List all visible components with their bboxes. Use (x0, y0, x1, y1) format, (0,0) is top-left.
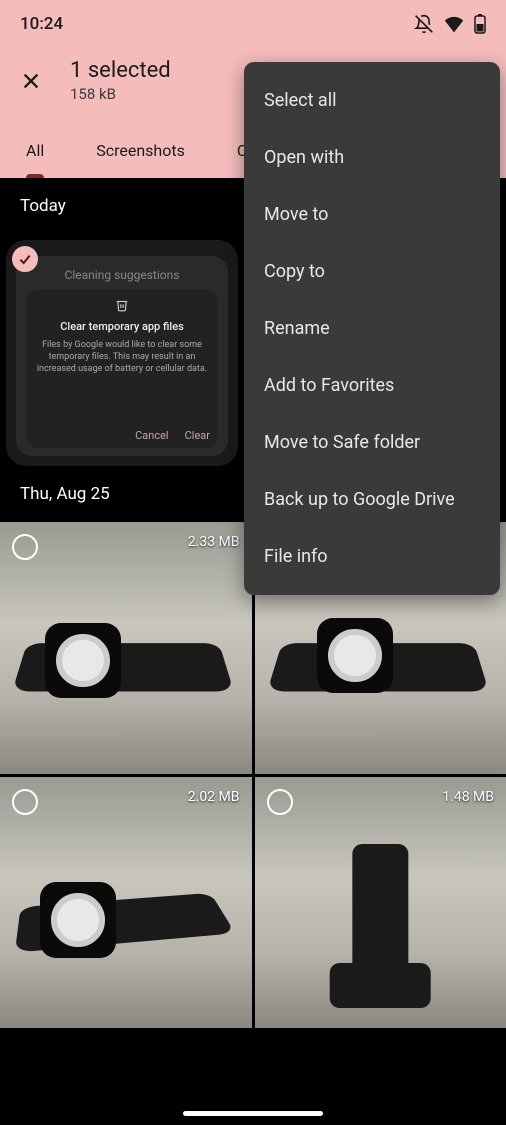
status-time: 10:24 (20, 14, 63, 34)
menu-open-with[interactable]: Open with (244, 129, 500, 186)
overflow-menu: Select all Open with Move to Copy to Ren… (244, 62, 500, 595)
menu-move-safe-folder[interactable]: Move to Safe folder (244, 414, 500, 471)
tab-all[interactable]: All (0, 129, 70, 178)
thumbnail-screenshot[interactable]: Cleaning suggestions Clear temporary app… (0, 234, 252, 466)
file-size-label: 2.33 MB (188, 534, 240, 550)
selected-count: 1 selected (70, 58, 171, 83)
nav-handle[interactable] (183, 1111, 323, 1116)
menu-rename[interactable]: Rename (244, 300, 500, 357)
wifi-icon (444, 15, 464, 33)
status-icons (414, 14, 486, 34)
dialog-cancel: Cancel (135, 429, 168, 442)
selected-size: 158 kB (70, 85, 171, 103)
file-size-label: 1.48 MB (442, 789, 494, 805)
trash-icon (115, 298, 129, 316)
status-bar: 10:24 (0, 0, 506, 48)
screenshot-preview: Cleaning suggestions Clear temporary app… (6, 240, 238, 466)
thumbnail-photo[interactable]: 2.02 MB (0, 777, 252, 1029)
header-text: 1 selected 158 kB (70, 58, 171, 103)
dialog-heading: Clear temporary app files (60, 320, 184, 333)
selection-check-icon[interactable] (12, 789, 38, 815)
menu-copy-to[interactable]: Copy to (244, 243, 500, 300)
dialog-bar-title: Cleaning suggestions (26, 264, 218, 290)
menu-move-to[interactable]: Move to (244, 186, 500, 243)
thumbnail-photo[interactable]: 1.48 MB (255, 777, 506, 1029)
menu-select-all[interactable]: Select all (244, 72, 500, 129)
selection-check-icon[interactable] (267, 789, 293, 815)
menu-backup-drive[interactable]: Back up to Google Drive (244, 471, 500, 528)
file-size-label: 2.02 MB (188, 789, 240, 805)
notifications-off-icon (414, 14, 434, 34)
grid-aug25: 2.33 MB 2.02 MB 1.48 MB (0, 522, 506, 1028)
tab-screenshots[interactable]: Screenshots (70, 129, 211, 178)
selection-check-icon[interactable] (12, 534, 38, 560)
dialog-clear: Clear (185, 429, 210, 442)
battery-icon (474, 14, 486, 34)
navigation-bar (0, 1101, 506, 1125)
dialog-body: Files by Google would like to clear some… (34, 339, 210, 375)
selection-check-icon[interactable] (12, 246, 38, 272)
close-icon[interactable] (20, 70, 42, 92)
menu-add-favorites[interactable]: Add to Favorites (244, 357, 500, 414)
menu-file-info[interactable]: File info (244, 528, 500, 585)
thumbnail-photo[interactable]: 2.33 MB (0, 522, 252, 774)
